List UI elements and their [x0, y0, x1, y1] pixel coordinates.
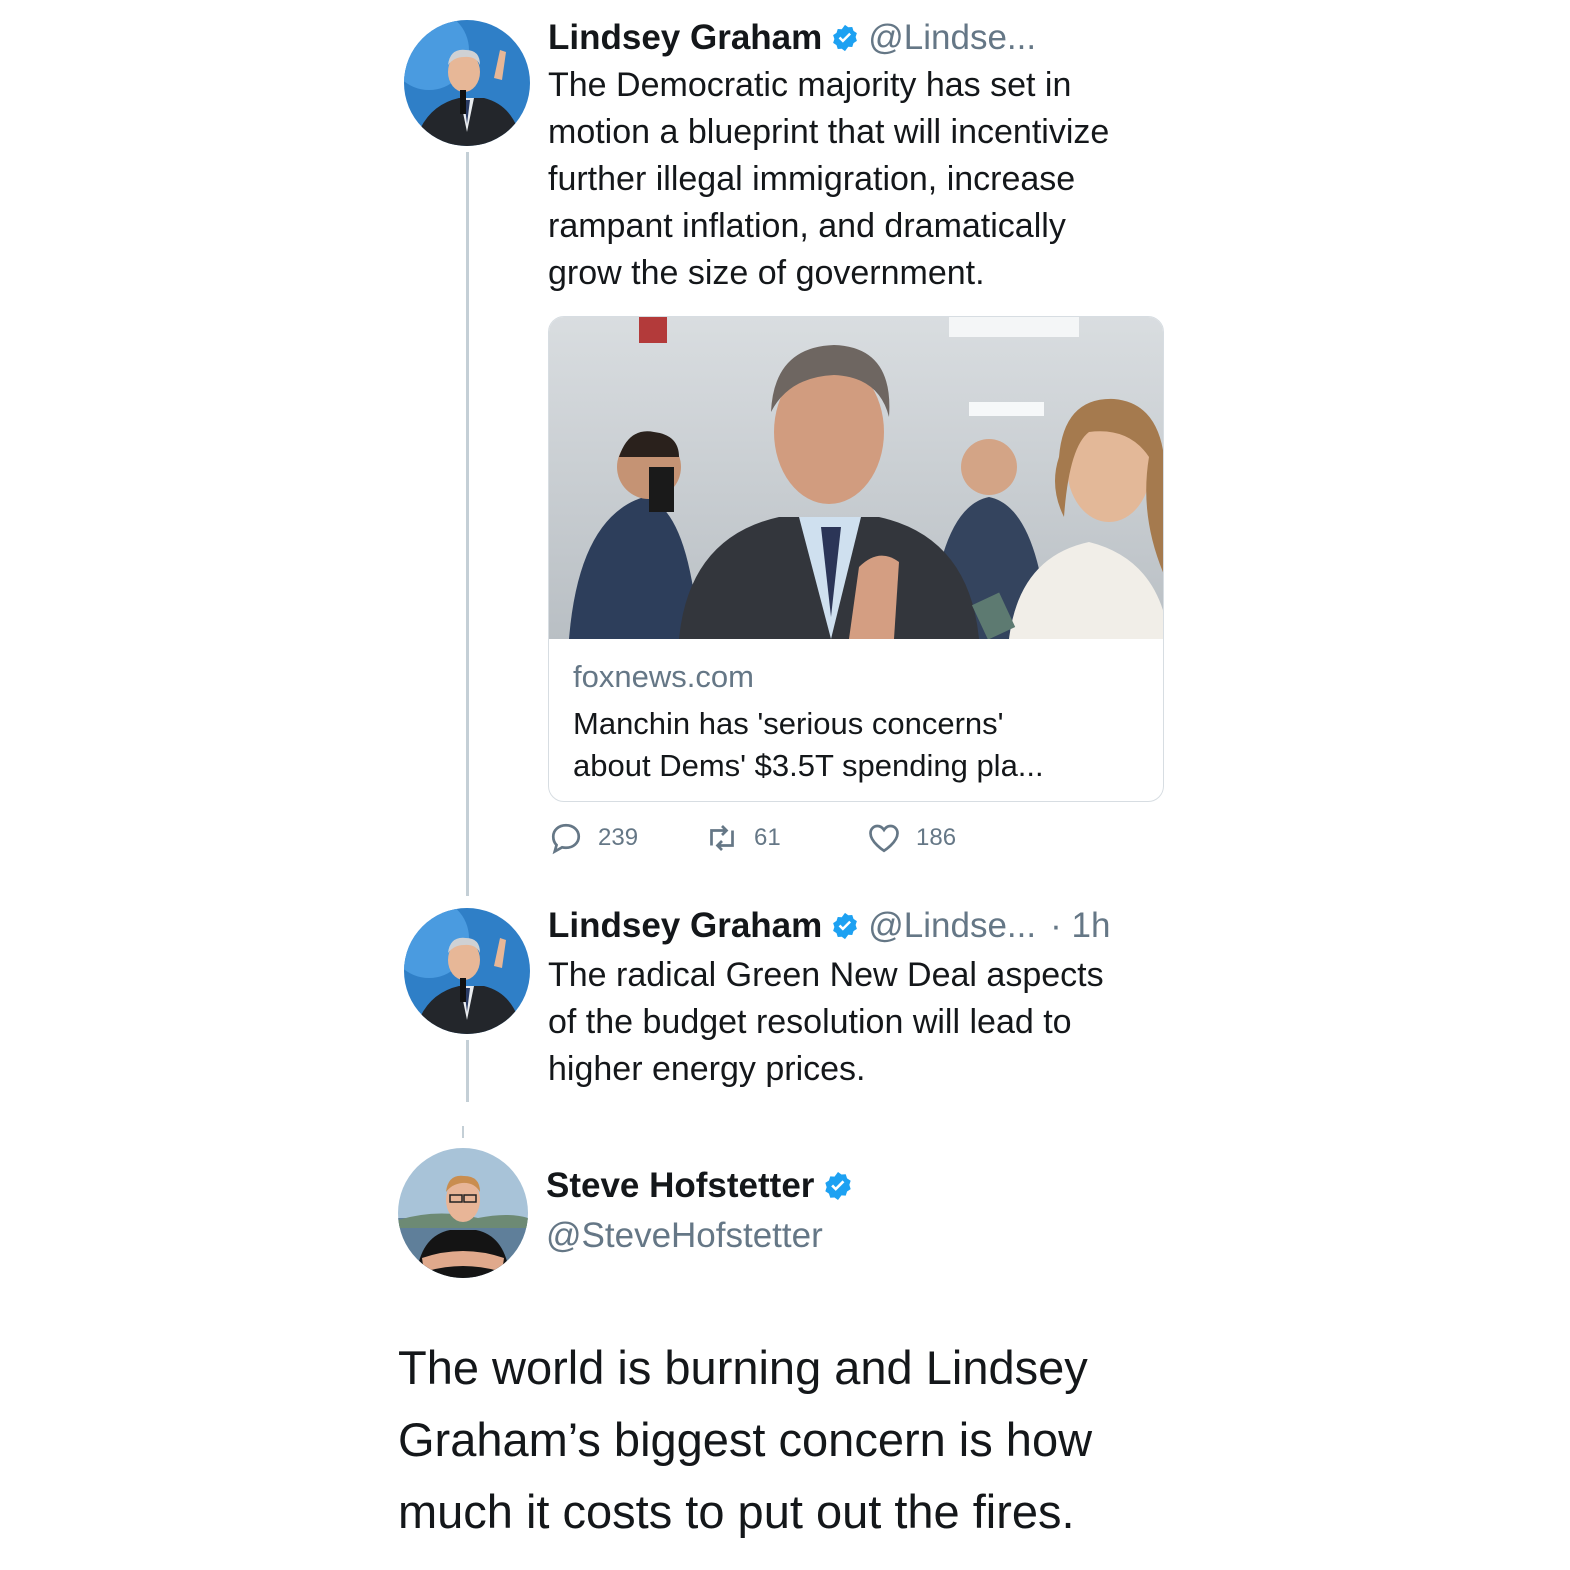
- thread-connector-2: [466, 1040, 469, 1102]
- avatar[interactable]: [398, 1148, 528, 1278]
- tweet-text: The Democratic majority has set in motio…: [548, 62, 1188, 297]
- tweet-text-line: of the budget resolution will lead to: [548, 1003, 1072, 1041]
- author-name[interactable]: Lindsey Graham: [548, 906, 822, 946]
- retweet-icon: [710, 825, 734, 851]
- quote-tweet-text: The world is burning and Lindsey Graham’…: [398, 1332, 1198, 1548]
- quote-author-header: Steve Hofstetter: [546, 1166, 862, 1206]
- tweet-text-line: grow the size of government.: [548, 254, 985, 292]
- avatar[interactable]: [404, 20, 530, 146]
- like-button[interactable]: 186: [866, 820, 956, 856]
- like-count: 186: [916, 824, 957, 851]
- card-title-line: Manchin has 'serious concerns': [573, 706, 1004, 741]
- verified-badge-icon: [822, 1170, 854, 1202]
- avatar[interactable]: [404, 908, 530, 1034]
- tweet-text-line: rampant inflation, and dramatically: [548, 207, 1066, 245]
- card-title: Manchin has 'serious concerns' about Dem…: [573, 703, 1153, 787]
- verified-badge-icon: [830, 23, 860, 53]
- tweet-text-line: higher energy prices.: [548, 1050, 866, 1088]
- lindsey-graham-avatar-icon: [404, 908, 530, 1034]
- quote-author-name[interactable]: Steve Hofstetter: [546, 1166, 814, 1206]
- tweet-header: Lindsey Graham @Lindse...: [548, 18, 1036, 58]
- news-photo-manchin-icon: [549, 317, 1163, 639]
- tweet-text-line: further illegal immigration, increase: [548, 160, 1076, 198]
- retweet-count: 61: [754, 824, 781, 851]
- quote-text-line: The world is burning and Lindsey: [398, 1341, 1088, 1394]
- tweet-text: The radical Green New Deal aspects of th…: [548, 952, 1188, 1093]
- reply-icon: [551, 823, 581, 855]
- author-handle[interactable]: @Lindse...: [868, 906, 1036, 946]
- thread-connector-1: [466, 152, 469, 896]
- quote-author-handle[interactable]: @SteveHofstetter: [546, 1216, 823, 1256]
- retweet-button[interactable]: 61: [704, 820, 781, 856]
- tweet-header: Lindsey Graham @Lindse... · 1h: [548, 906, 1110, 946]
- reply-count: 239: [598, 824, 639, 851]
- quote-text-line: much it costs to put out the fires.: [398, 1485, 1075, 1538]
- heart-icon: [869, 824, 899, 853]
- link-preview-card[interactable]: foxnews.com Manchin has 'serious concern…: [548, 316, 1164, 802]
- news-photo-image: [549, 317, 1163, 639]
- reply-button[interactable]: 239: [548, 820, 638, 856]
- tweet-actions: 239 61 186: [548, 820, 1168, 860]
- card-title-line: about Dems' $3.5T spending pla...: [573, 748, 1044, 783]
- steve-hofstetter-avatar-icon: [398, 1148, 528, 1278]
- verified-badge-icon: [830, 911, 860, 941]
- tweet-text-line: motion a blueprint that will incentivize: [548, 113, 1110, 151]
- author-handle[interactable]: @Lindse...: [868, 18, 1036, 58]
- author-name[interactable]: Lindsey Graham: [548, 18, 822, 58]
- tweet-timestamp[interactable]: · 1h: [1050, 906, 1110, 946]
- thread-connector-3: [462, 1126, 464, 1138]
- lindsey-graham-avatar-icon: [404, 20, 530, 146]
- quote-text-line: Graham’s biggest concern is how: [398, 1413, 1093, 1466]
- tweet-text-line: The Democratic majority has set in: [548, 66, 1072, 104]
- tweet-text-line: The radical Green New Deal aspects: [548, 956, 1104, 994]
- card-domain: foxnews.com: [573, 659, 754, 694]
